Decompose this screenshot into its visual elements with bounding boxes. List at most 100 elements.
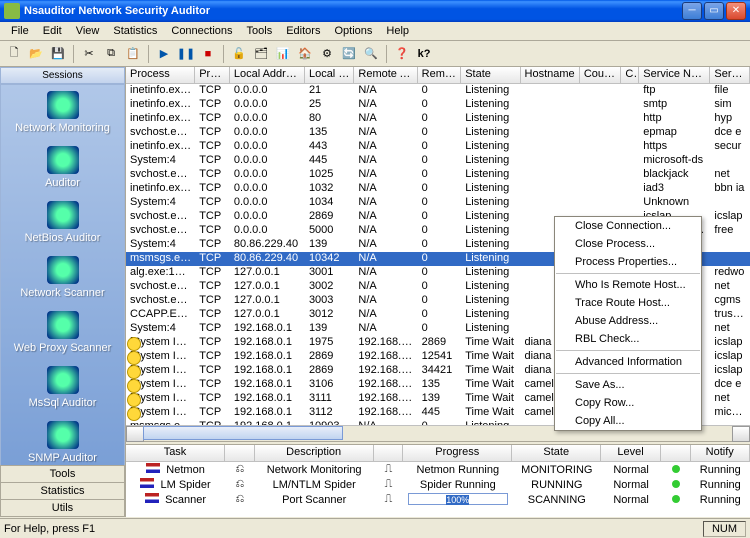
cell: 192.168.0.2: [354, 406, 417, 420]
play-icon[interactable]: ▶: [154, 44, 174, 64]
column-header[interactable]: Remote...: [418, 67, 462, 83]
cell: 139: [418, 392, 462, 406]
context-close-process[interactable]: Close Process...: [555, 235, 701, 253]
task-column[interactable]: Task: [126, 445, 225, 461]
table-row[interactable]: svchost.exe:588TCP0.0.0.0135N/A0Listenin…: [126, 126, 750, 140]
task-column[interactable]: [661, 445, 691, 461]
table-row[interactable]: svchost.exe:624TCP0.0.0.01025N/A0Listeni…: [126, 168, 750, 182]
cell: 3001: [305, 266, 354, 280]
sidebar-item-web-proxy-scanner[interactable]: Web Proxy Scanner: [1, 305, 124, 360]
tool4-icon[interactable]: 🏠: [295, 44, 315, 64]
sidebar-item-mssql-auditor[interactable]: MsSql Auditor: [1, 360, 124, 415]
help-icon[interactable]: ❓: [392, 44, 412, 64]
paste-icon[interactable]: 📋: [123, 44, 143, 64]
sidebar-item-network-scanner[interactable]: Network Scanner: [1, 250, 124, 305]
cell: 445: [418, 406, 462, 420]
context-process-properties[interactable]: Process Properties...: [555, 253, 701, 271]
column-header[interactable]: Country: [580, 67, 622, 83]
column-header[interactable]: Cl..: [621, 67, 639, 83]
tool3-icon[interactable]: 📊: [273, 44, 293, 64]
cell: N/A: [354, 224, 417, 238]
task-column[interactable]: Description: [255, 445, 374, 461]
task-column[interactable]: Progress: [403, 445, 512, 461]
menu-edit[interactable]: Edit: [36, 23, 69, 39]
cell: inetinfo.exe:1280: [126, 84, 195, 98]
table-row[interactable]: inetinfo.exe:1280TCP0.0.0.021N/A0Listeni…: [126, 84, 750, 98]
new-icon[interactable]: 🗋: [4, 44, 24, 64]
task-row[interactable]: Netmon⎌Network Monitoring⎍Netmon Running…: [126, 462, 750, 477]
context-copy-row[interactable]: Copy Row...: [555, 394, 701, 412]
copy-icon[interactable]: ⧉: [101, 44, 121, 64]
menu-view[interactable]: View: [69, 23, 107, 39]
context-save-as[interactable]: Save As...: [555, 376, 701, 394]
task-name: Netmon: [126, 463, 225, 476]
sidebar-tab-tools[interactable]: Tools: [0, 465, 125, 483]
sidebar-item-label: NetBios Auditor: [25, 232, 101, 244]
about-icon[interactable]: k?: [414, 44, 434, 64]
menu-file[interactable]: File: [4, 23, 36, 39]
sidebar-item-snmp-auditor[interactable]: SNMP Auditor: [1, 415, 124, 466]
minimize-button[interactable]: ─: [682, 2, 702, 20]
column-header[interactable]: Servic.: [710, 67, 750, 83]
sidebar-item-auditor[interactable]: Auditor: [1, 140, 124, 195]
column-header[interactable]: State: [461, 67, 520, 83]
task-column[interactable]: [225, 445, 255, 461]
cell: [621, 112, 639, 126]
sidebar-tab-statistics[interactable]: Statistics: [0, 482, 125, 500]
column-header[interactable]: Service Name: [639, 67, 710, 83]
task-column[interactable]: [374, 445, 404, 461]
sidebar-item-netbios-auditor[interactable]: NetBios Auditor: [1, 195, 124, 250]
task-row[interactable]: Scanner⎌Port Scanner⎍100%SCANNINGNormalR…: [126, 492, 750, 507]
table-row[interactable]: inetinfo.exe:1280TCP0.0.0.080N/A0Listeni…: [126, 112, 750, 126]
menu-statistics[interactable]: Statistics: [106, 23, 164, 39]
sidebar-item-network-monitoring[interactable]: Network Monitoring: [1, 85, 124, 140]
cell: 1975: [305, 336, 354, 350]
cell: icslap: [710, 210, 750, 224]
context-close-connection[interactable]: Close Connection...: [555, 217, 701, 235]
context-who-is-remote-host[interactable]: Who Is Remote Host...: [555, 276, 701, 294]
cell: TCP: [195, 182, 230, 196]
save-icon[interactable]: 💾: [48, 44, 68, 64]
context-trace-route-host[interactable]: Trace Route Host...: [555, 294, 701, 312]
table-row[interactable]: inetinfo.exe:1280TCP0.0.0.025N/A0Listeni…: [126, 98, 750, 112]
tool1-icon[interactable]: 🔓: [229, 44, 249, 64]
menu-connections[interactable]: Connections: [164, 23, 239, 39]
context-abuse-address[interactable]: Abuse Address...: [555, 312, 701, 330]
column-header[interactable]: Local Address: [230, 67, 305, 83]
task-column[interactable]: Level: [601, 445, 660, 461]
menu-help[interactable]: Help: [379, 23, 416, 39]
sidebar-tab-utils[interactable]: Utils: [0, 499, 125, 517]
table-row[interactable]: inetinfo.exe:1280TCP0.0.0.01032N/A0Liste…: [126, 182, 750, 196]
table-row[interactable]: System:4TCP0.0.0.0445N/A0Listeningmicros…: [126, 154, 750, 168]
close-button[interactable]: ✕: [726, 2, 746, 20]
cell: N/A: [354, 280, 417, 294]
maximize-button[interactable]: ▭: [704, 2, 724, 20]
cell: Listening: [461, 280, 520, 294]
column-header[interactable]: Remote Addr..: [354, 67, 417, 83]
table-row[interactable]: inetinfo.exe:1280TCP0.0.0.0443N/A0Listen…: [126, 140, 750, 154]
menu-options[interactable]: Options: [327, 23, 379, 39]
task-column[interactable]: Notify: [691, 445, 750, 461]
open-icon[interactable]: 📂: [26, 44, 46, 64]
tool5-icon[interactable]: ⚙: [317, 44, 337, 64]
cell: Listening: [461, 238, 520, 252]
menu-editors[interactable]: Editors: [279, 23, 327, 39]
cut-icon[interactable]: ✂: [79, 44, 99, 64]
task-row[interactable]: LM Spider⎌LM/NTLM Spider⎍Spider RunningR…: [126, 477, 750, 492]
tool6-icon[interactable]: 🔄: [339, 44, 359, 64]
table-row[interactable]: System:4TCP0.0.0.01034N/A0ListeningUnkno…: [126, 196, 750, 210]
column-header[interactable]: Local Port: [305, 67, 354, 83]
cell: [710, 196, 750, 210]
stop-icon[interactable]: ■: [198, 44, 218, 64]
tool7-icon[interactable]: 🔍: [361, 44, 381, 64]
column-header[interactable]: Hostname: [521, 67, 580, 83]
context-copy-all[interactable]: Copy All...: [555, 412, 701, 430]
menu-tools[interactable]: Tools: [240, 23, 280, 39]
column-header[interactable]: Process: [126, 67, 195, 83]
column-header[interactable]: Proto..: [195, 67, 230, 83]
task-column[interactable]: State: [512, 445, 601, 461]
context-rbl-check[interactable]: RBL Check...: [555, 330, 701, 348]
context-advanced-information[interactable]: Advanced Information: [555, 353, 701, 371]
tool2-icon[interactable]: 🗂: [251, 44, 271, 64]
pause-icon[interactable]: ❚❚: [176, 44, 196, 64]
